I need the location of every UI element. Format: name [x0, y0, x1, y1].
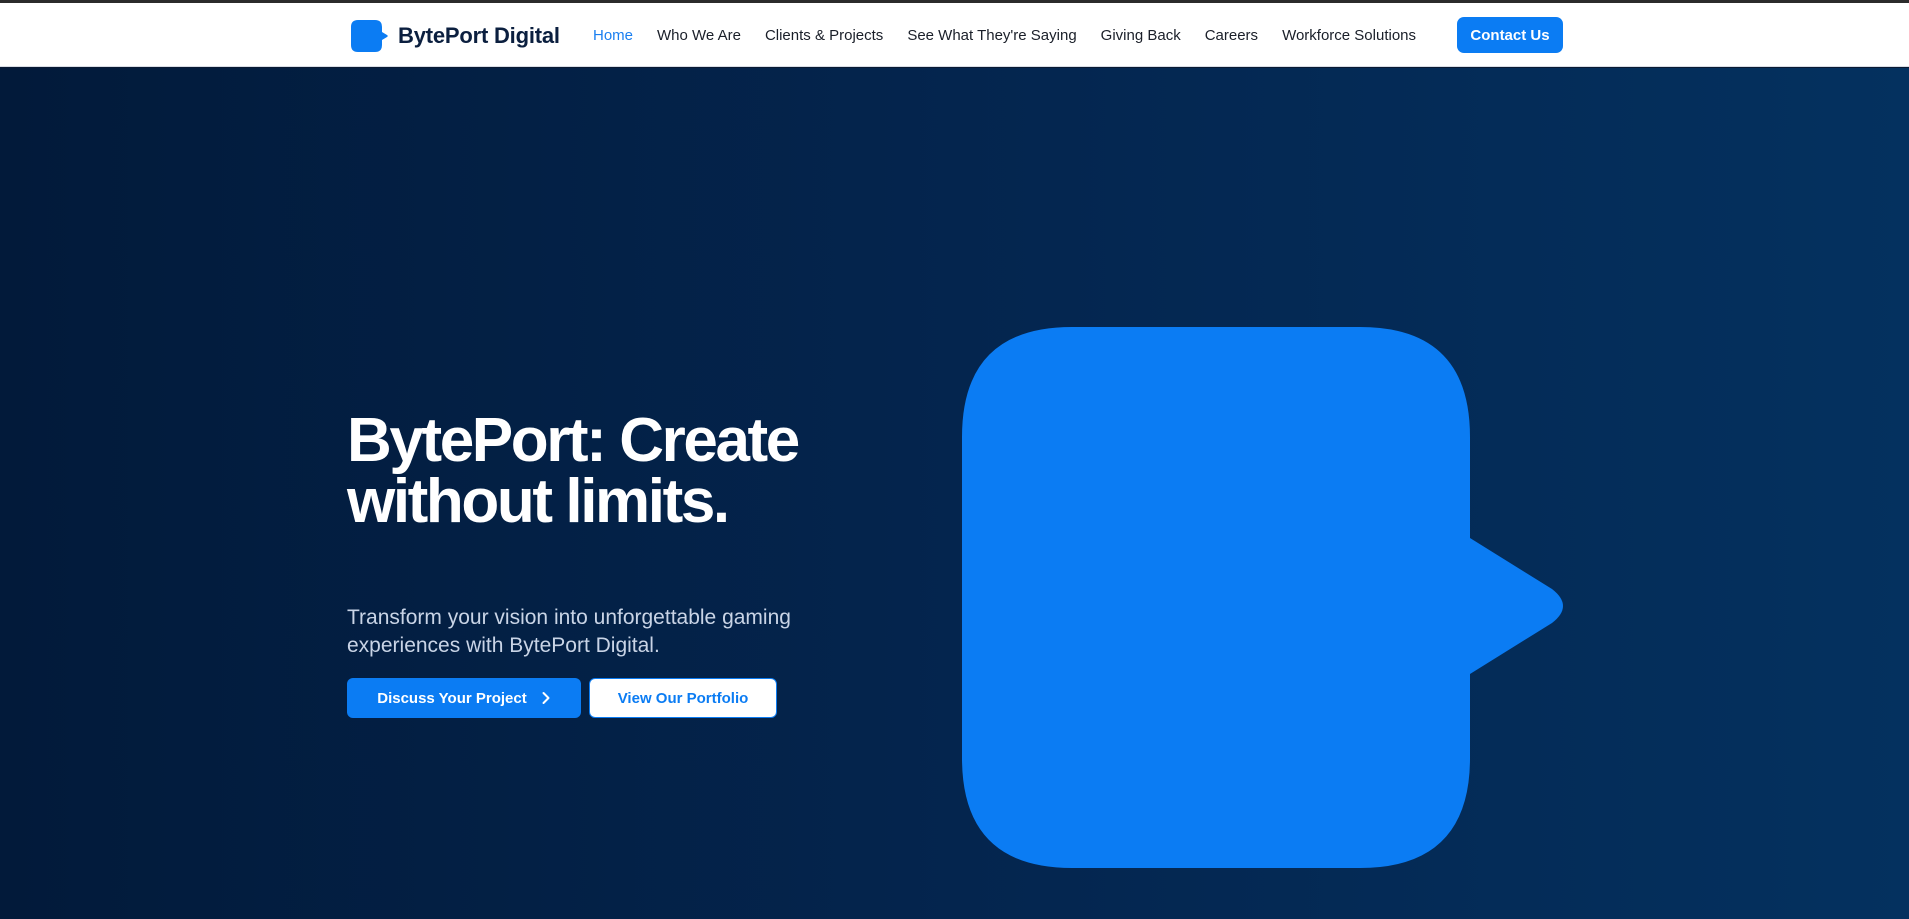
nav-link-who-we-are[interactable]: Who We Are — [657, 27, 741, 44]
hero-title-line-2: without limits. — [347, 467, 730, 536]
hero-subtitle: Transform your vision into unforgettable… — [347, 606, 791, 657]
hero-title: BytePort: Create without limits. — [347, 410, 907, 533]
nav-link-workforce-solutions[interactable]: Workforce Solutions — [1282, 27, 1416, 44]
chat-bubble-graphic — [962, 327, 1563, 868]
hero-title-line-1: BytePort: Create — [347, 406, 800, 475]
view-portfolio-button[interactable]: View Our Portfolio — [589, 678, 777, 718]
brand-logo-link[interactable]: BytePort Digital — [350, 18, 560, 54]
nav-link-testimonials[interactable]: See What They're Saying — [907, 27, 1076, 44]
contact-us-button[interactable]: Contact Us — [1457, 17, 1563, 53]
main-nav: Home Who We Are Clients & Projects See W… — [593, 3, 1440, 67]
chevron-right-icon — [542, 692, 550, 704]
hero-section: BytePort: Create without limits. Transfo… — [0, 68, 1909, 919]
discuss-project-button[interactable]: Discuss Your Project — [347, 678, 581, 718]
nav-link-giving-back[interactable]: Giving Back — [1101, 27, 1181, 44]
nav-link-clients-projects[interactable]: Clients & Projects — [765, 27, 883, 44]
nav-link-careers[interactable]: Careers — [1205, 27, 1258, 44]
chat-bubble-logo-icon — [351, 20, 388, 52]
nav-link-home[interactable]: Home — [593, 27, 633, 44]
discuss-project-label: Discuss Your Project — [377, 689, 527, 707]
navbar: BytePort Digital Home Who We Are Clients… — [0, 3, 1909, 67]
brand-name: BytePort Digital — [398, 23, 560, 48]
